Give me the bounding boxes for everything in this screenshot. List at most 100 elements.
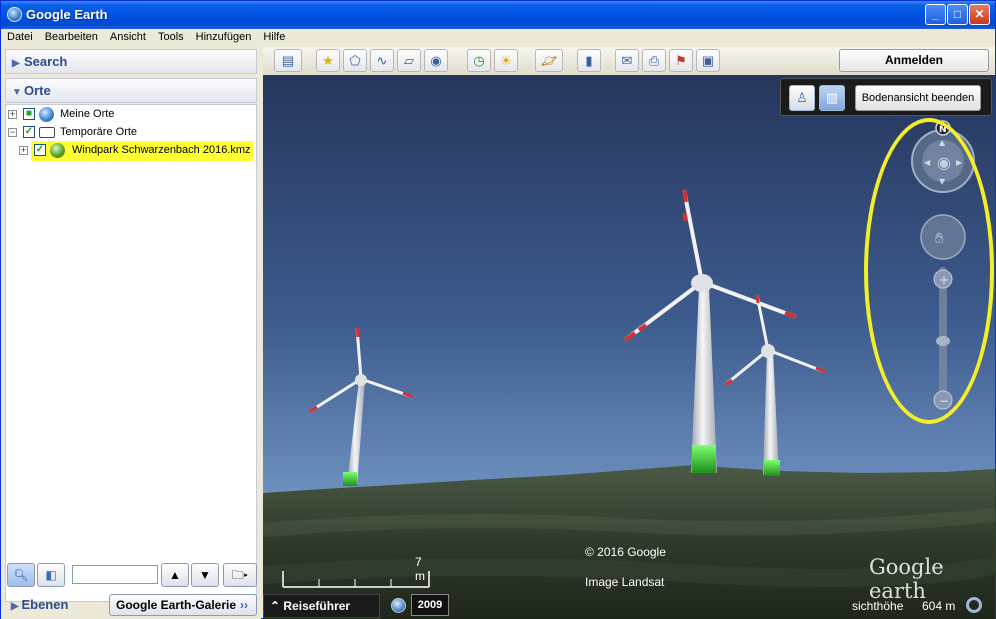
move-down-button[interactable]: ▼ [191,563,219,587]
double-chevron-icon: ›› [240,598,249,612]
status-bar: ⌃ Reiseführer 2009 sichthöhe 604 m [263,592,995,619]
record-tour-button[interactable]: ◉ [424,49,448,72]
menu-tools[interactable]: Tools [152,29,190,43]
save-image-button[interactable]: ▣ [696,49,720,72]
places-panel-header[interactable]: ▼ Orte [5,78,257,103]
streaming-status-icon [966,597,982,613]
places-search-input[interactable] [72,565,158,584]
copyright-text: © 2016 Google [585,545,666,559]
tree-checkbox[interactable]: ✓ [23,126,35,138]
search-places-button[interactable]: 🔍︎ [7,563,35,587]
tree-item-temporaere-orte[interactable]: − ✓ Temporäre Orte [6,125,246,141]
layers-label: Ebenen [21,597,69,612]
wind-turbine[interactable] [724,294,826,476]
exit-ground-view-button[interactable]: Bodenansicht beenden [855,85,981,111]
gallery-label: Google Earth-Galerie [116,598,237,612]
toggle-sidebar-button[interactable]: ▤ [274,49,302,72]
layers-panel-title: ▶ Ebenen [11,597,68,612]
menu-bearbeiten[interactable]: Bearbeiten [39,29,104,43]
tree-checkbox[interactable]: ✓ [34,144,46,156]
scale-label: 7 m [415,555,425,583]
scale-bar: 7 m [281,553,431,589]
historical-imagery-icon: ◷ [473,53,485,68]
add-path-button[interactable]: ∿ [370,49,394,72]
building-view-button[interactable]: ▥ [819,85,845,111]
planets-button[interactable]: 🪐︎ [535,49,563,72]
tree-expander[interactable]: + [19,146,28,155]
navigation-highlight-ellipse [864,118,994,424]
globe-icon [39,107,54,122]
scale-bar-graphic [282,571,430,588]
close-button[interactable]: ✕ [969,4,990,25]
placemark-icon: ★ [322,53,334,68]
search-panel-header[interactable]: ▶ Search [5,49,257,74]
menu-hinzufuegen[interactable]: Hinzufügen [190,29,258,43]
sidebar-view-button[interactable]: ◧ [37,563,65,587]
image-overlay-icon: ▱ [404,53,414,68]
eye-altitude-label: sichthöhe [852,599,904,613]
ruler-button[interactable]: ▮ [577,49,601,72]
earth-3d-view[interactable]: ♙ ▥ Bodenansicht beenden ◉ ▲ ▼ ◀ ▶ N ✋︎ [263,75,995,619]
historical-imagery-button[interactable]: ◷ [467,49,491,72]
sunlight-button[interactable]: ☀ [494,49,518,72]
magnifier-icon: 🔍︎ [13,568,29,582]
tree-checkbox[interactable]: ■ [23,108,35,120]
tour-guide-label: Reiseführer [283,599,351,613]
tree-item-windpark-kmz[interactable]: + ✓ Windpark Schwarzenbach 2016.kmz [6,141,256,161]
places-panel-title: Orte [24,83,51,98]
wind-turbine[interactable] [308,327,414,486]
path-icon: ∿ [376,53,388,68]
tree-expander[interactable]: + [8,110,17,119]
historical-imagery-clock-icon[interactable] [391,598,406,613]
add-placemark-button[interactable]: ★ [316,49,340,72]
view-in-maps-button[interactable]: ⚑ [669,49,693,72]
polygon-icon: ⬠ [349,53,361,68]
sunlight-icon: ☀ [500,53,512,68]
layers-panel-header[interactable]: ▶ Ebenen Google Earth-Galerie ›› [5,593,257,617]
tree-item-meine-orte[interactable]: + ■ Meine Orte [6,107,246,123]
eye-altitude-value: 604 m [922,599,956,613]
expand-down-icon: ▼ [12,87,22,98]
places-toolbar: 🔍︎ ◧ ▲ ▼ 🗀︎▸ [5,561,257,589]
folder-menu-button[interactable]: 🗀︎▸ [223,563,257,587]
email-icon: ✉ [621,53,633,68]
menu-datei[interactable]: Datei [1,29,39,43]
folder-open-icon: 🗀︎▸ [231,568,249,582]
planets-icon: 🪐︎ [540,53,558,68]
print-button[interactable]: ⎙ [642,49,666,72]
tree-expander[interactable]: − [8,128,17,137]
kmz-icon [50,143,65,158]
menu-ansicht[interactable]: Ansicht [104,29,152,43]
pegman-icon: ♙ [796,90,808,105]
menu-hilfe[interactable]: Hilfe [257,29,291,43]
arrow-down-icon: ▼ [199,568,211,582]
places-tree: + ■ Meine Orte − ✓ Temporäre Orte + ✓ Wi… [5,104,257,602]
imagery-credit: Image Landsat [585,575,665,589]
panel-icon: ◧ [45,568,57,582]
email-button[interactable]: ✉ [615,49,639,72]
maximize-button[interactable]: □ [947,4,968,25]
save-image-icon: ▣ [701,53,715,68]
move-up-button[interactable]: ▲ [161,563,189,587]
record-tour-icon: ◉ [430,53,442,68]
add-polygon-button[interactable]: ⬠ [343,49,367,72]
tree-item-label: Temporäre Orte [60,126,138,138]
expand-right-icon: ▶ [12,58,20,69]
earth-gallery-button[interactable]: Google Earth-Galerie ›› [109,594,257,616]
folder-icon [39,127,55,138]
search-panel-title: Search [24,54,68,69]
google-earth-app-icon [7,7,22,22]
tour-guide-button[interactable]: ⌃ Reiseführer [263,594,380,618]
minimize-button[interactable]: _ [925,4,946,25]
add-image-overlay-button[interactable]: ▱ [397,49,421,72]
sign-in-button[interactable]: Anmelden [839,49,989,72]
imagery-year: 2009 [411,594,449,616]
main-toolbar: ▤ ★ ⬠ ∿ ▱ ◉ ◷ ☀ 🪐︎ ▮ ✉ ⎙ ⚑ ▣ Anmelden [263,47,995,75]
app-window: Google Earth _ □ ✕ Datei Bearbeiten Ansich… [0,0,996,619]
pegman-button[interactable]: ♙ [789,85,815,111]
sidebar: ▶ Search ▼ Orte + ■ Meine Orte − ✓ Temporä… [1,47,261,619]
building-icon: ▥ [825,90,839,105]
sidebar-toggle-icon: ▤ [281,53,295,68]
caret-up-icon: ⌃ [270,599,284,613]
print-icon: ⎙ [648,53,660,68]
